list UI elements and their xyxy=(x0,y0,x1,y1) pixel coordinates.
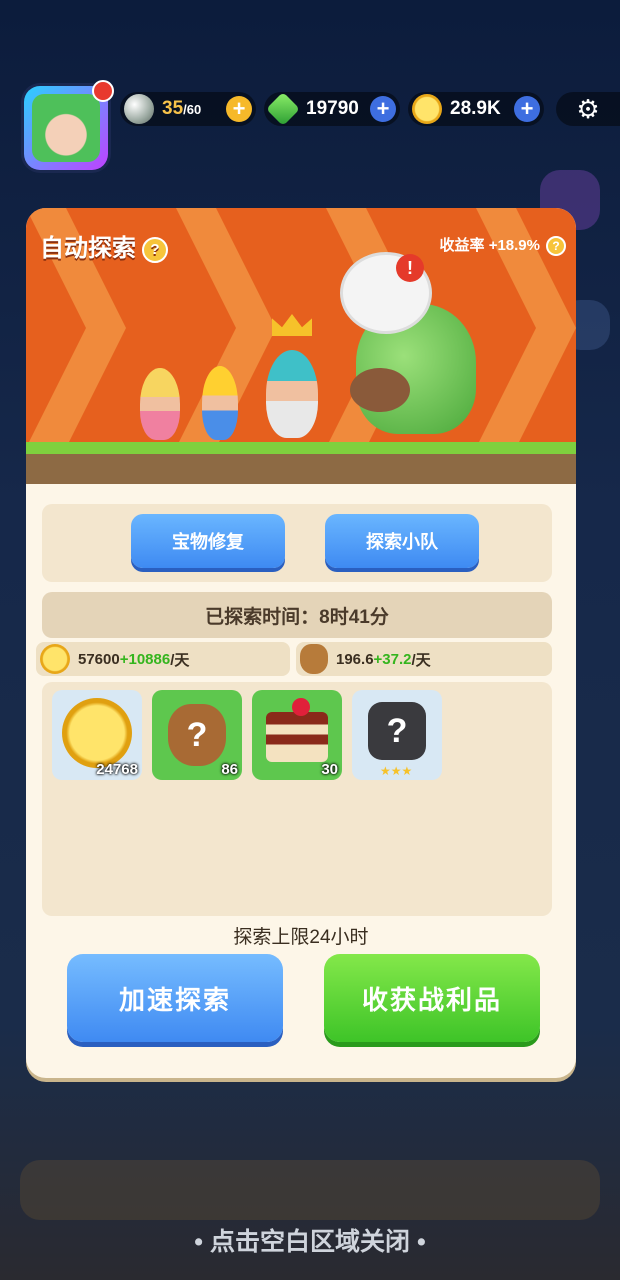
avatar-face xyxy=(32,94,100,162)
ground-strip xyxy=(26,442,576,484)
mystery-armor-icon: ? xyxy=(368,702,426,760)
cherry-icon xyxy=(292,698,310,716)
gem-icon xyxy=(266,92,300,126)
loot-count: 30 xyxy=(321,761,338,778)
speed-up-explore-button[interactable]: 加速探索 xyxy=(67,954,283,1042)
money-bag-icon xyxy=(300,644,328,674)
coin-rate-base: 57600 xyxy=(78,650,120,668)
player-avatar[interactable] xyxy=(24,80,114,170)
harvest-loot-button[interactable]: 收获战利品 xyxy=(324,954,540,1042)
panel-title: 自动探索? xyxy=(40,228,168,263)
loot-count: 86 xyxy=(221,761,238,778)
loot-item-cake[interactable]: 30 xyxy=(252,690,342,780)
coin-rate-bonus: +10886 xyxy=(119,650,171,668)
stamina-orb-icon xyxy=(124,94,154,124)
stamina-value: 35 xyxy=(162,98,184,119)
bag-rate: 196.6 +37.2/天 xyxy=(296,642,552,676)
coin-rate-unit: /天 xyxy=(170,651,190,669)
add-stamina-button[interactable]: + xyxy=(226,96,252,122)
coin-icon xyxy=(412,94,442,124)
yield-rate-text: 收益率 +18.9% xyxy=(439,237,540,254)
loot-item-mystery-bag[interactable]: ? 86 xyxy=(152,690,242,780)
cake-icon xyxy=(266,712,328,762)
explored-time: 已探索时间：8时41分 xyxy=(42,592,552,638)
coin-icon xyxy=(62,698,132,768)
close-hint[interactable]: • 点击空白区域关闭 • xyxy=(0,1222,620,1258)
stamina-max: /60 xyxy=(183,102,202,117)
loot-item-mystery-armor[interactable]: ? ★★★ xyxy=(352,690,442,780)
hero-blonde-girl xyxy=(140,368,180,440)
yield-rate: 收益率 +18.9%? xyxy=(439,234,566,257)
hero-blonde-boy xyxy=(202,366,238,440)
auto-explore-panel: 自动探索? 收益率 +18.9%? ! 宝物修复 探索小队 已探索时间：8时41… xyxy=(26,208,576,1078)
action-section: 宝物修复 探索小队 xyxy=(42,504,552,582)
bag-rate-bonus: +37.2 xyxy=(373,650,412,668)
boss-club xyxy=(350,368,410,412)
coins-value: 28.9K xyxy=(450,98,501,119)
add-gems-button[interactable]: + xyxy=(370,96,396,122)
yield-help-icon[interactable]: ? xyxy=(546,236,566,257)
coins-counter[interactable]: 28.9K + xyxy=(408,92,544,126)
coin-rate: 57600 +10886/天 xyxy=(36,642,290,676)
mystery-bag-icon: ? xyxy=(168,704,226,766)
loot-grid: 24768 ? 86 30 ? ★★★ xyxy=(42,682,552,916)
settings-gear-icon[interactable]: ⚙ xyxy=(556,92,620,126)
treasure-repair-button[interactable]: 宝物修复 xyxy=(131,514,285,568)
notification-dot xyxy=(92,80,114,102)
add-coins-button[interactable]: + xyxy=(514,96,540,122)
coin-icon xyxy=(40,644,70,674)
loot-item-coins[interactable]: 24768 xyxy=(52,690,142,780)
stamina-counter[interactable]: 35/60 + xyxy=(120,92,256,126)
star-rating-icon: ★★★ xyxy=(380,764,413,778)
gems-counter[interactable]: 19790 + xyxy=(264,92,400,126)
explore-banner: 自动探索? 收益率 +18.9%? ! xyxy=(26,208,576,448)
hero-leader xyxy=(266,350,318,438)
panel-title-text: 自动探索 xyxy=(40,235,136,262)
alert-icon: ! xyxy=(396,254,424,282)
bag-rate-unit: /天 xyxy=(411,651,431,669)
help-icon[interactable]: ? xyxy=(142,236,168,263)
background-tile xyxy=(20,1160,600,1220)
gems-value: 19790 xyxy=(306,98,359,119)
loot-count: 24768 xyxy=(96,761,138,778)
explore-limit: 探索上限24小时 xyxy=(233,927,369,948)
explore-team-button[interactable]: 探索小队 xyxy=(325,514,479,568)
bag-rate-base: 196.6 xyxy=(336,650,374,668)
